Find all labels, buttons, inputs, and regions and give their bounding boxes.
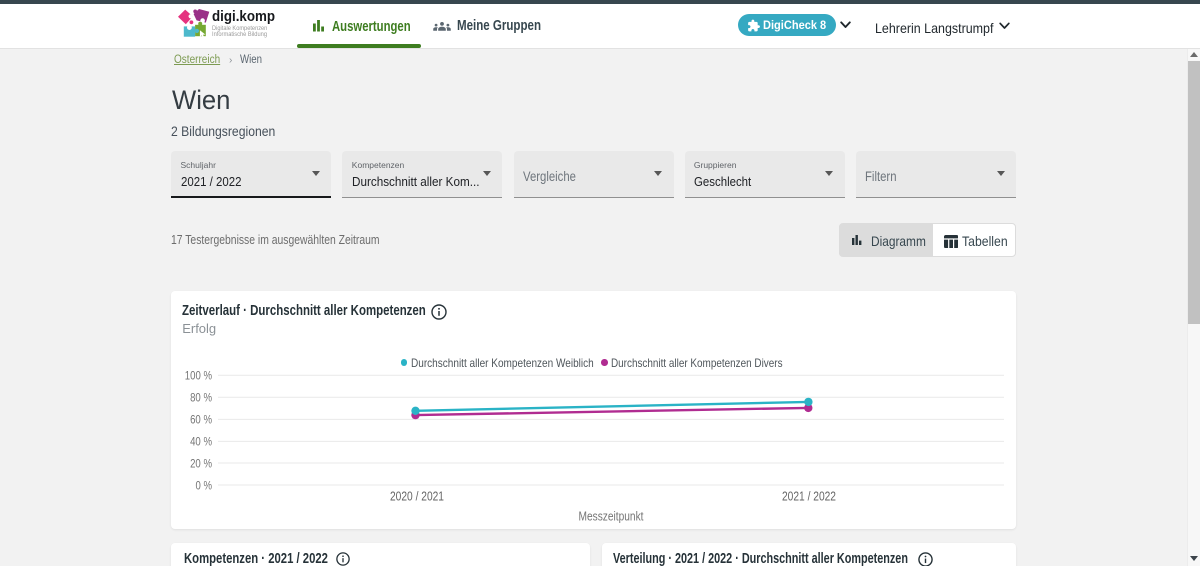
svg-text:2021 / 2022: 2021 / 2022 <box>782 490 836 504</box>
svg-text:80 %: 80 % <box>190 391 212 405</box>
svg-text:2020 / 2021: 2020 / 2021 <box>390 490 444 504</box>
svg-text:0 %: 0 % <box>196 478 213 492</box>
svg-text:100 %: 100 % <box>185 369 212 383</box>
svg-text:40 %: 40 % <box>190 435 212 449</box>
svg-text:20 %: 20 % <box>190 456 212 470</box>
svg-text:Messzeitpunkt: Messzeitpunkt <box>579 510 644 524</box>
svg-text:60 %: 60 % <box>190 413 212 427</box>
